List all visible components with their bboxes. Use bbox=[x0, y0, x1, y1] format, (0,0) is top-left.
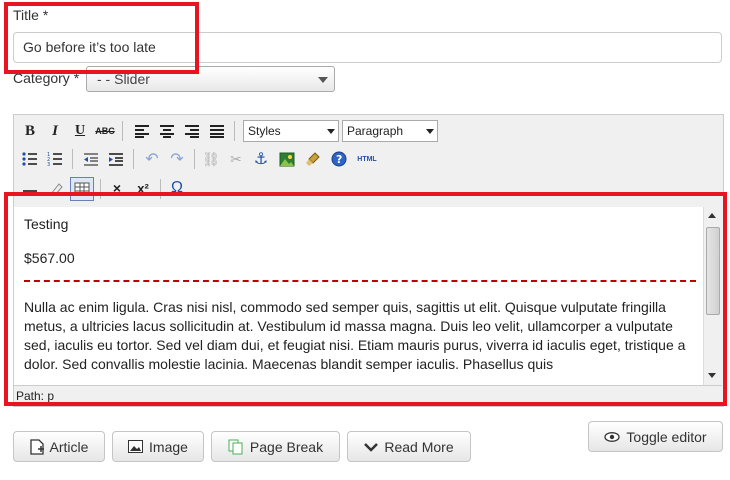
image-icon[interactable] bbox=[276, 148, 298, 170]
read-more-button[interactable]: Read More bbox=[347, 431, 471, 462]
align-center-icon[interactable] bbox=[156, 120, 178, 142]
toggle-editor-button[interactable]: Toggle editor bbox=[588, 421, 723, 452]
underline-icon[interactable]: U bbox=[69, 120, 91, 142]
format-select-label: Paragraph bbox=[347, 124, 404, 138]
svg-text:?: ? bbox=[336, 153, 342, 166]
article-button[interactable]: Article bbox=[13, 431, 105, 462]
unlink-icon[interactable]: ✂ bbox=[225, 148, 247, 170]
image-button[interactable]: Image bbox=[112, 431, 204, 462]
page-break-button[interactable]: Page Break bbox=[211, 431, 340, 462]
copy-pages-icon bbox=[228, 439, 243, 454]
html-source-icon[interactable]: HTML bbox=[354, 148, 380, 170]
eye-icon bbox=[604, 431, 621, 442]
outdent-icon[interactable] bbox=[80, 148, 102, 170]
article-button-label: Article bbox=[49, 438, 89, 455]
align-right-icon[interactable] bbox=[181, 120, 203, 142]
page-break-button-label: Page Break bbox=[249, 438, 324, 455]
content-highlight-box bbox=[4, 192, 727, 406]
help-icon[interactable]: ? bbox=[328, 148, 350, 170]
strikethrough-icon[interactable]: ABC bbox=[94, 120, 116, 142]
link-icon[interactable]: ⛓ bbox=[200, 148, 222, 170]
image-button-label: Image bbox=[149, 438, 188, 455]
title-highlight-box bbox=[4, 2, 199, 74]
styles-select[interactable]: Styles bbox=[243, 120, 339, 142]
redo-icon[interactable]: ↷ bbox=[166, 148, 188, 170]
bold-icon[interactable]: B bbox=[19, 120, 41, 142]
undo-icon[interactable]: ↶ bbox=[141, 148, 163, 170]
italic-icon[interactable]: I bbox=[44, 120, 66, 142]
picture-icon bbox=[128, 440, 144, 453]
svg-text:3: 3 bbox=[47, 162, 50, 166]
numbered-list-icon[interactable]: 123 bbox=[44, 148, 66, 170]
align-justify-icon[interactable] bbox=[206, 120, 228, 142]
read-more-button-label: Read More bbox=[384, 438, 454, 455]
chevron-down-icon bbox=[364, 442, 379, 452]
indent-icon[interactable] bbox=[105, 148, 127, 170]
cleanup-brush-icon[interactable] bbox=[302, 148, 324, 170]
format-select[interactable]: Paragraph bbox=[342, 120, 438, 142]
chevron-down-icon bbox=[318, 77, 328, 83]
align-left-icon[interactable] bbox=[131, 120, 153, 142]
toggle-editor-button-label: Toggle editor bbox=[626, 428, 707, 445]
add-article-icon bbox=[29, 438, 44, 455]
bullet-list-icon[interactable] bbox=[19, 148, 41, 170]
styles-select-label: Styles bbox=[248, 124, 281, 138]
anchor-icon[interactable]: ⚓ bbox=[250, 148, 272, 170]
